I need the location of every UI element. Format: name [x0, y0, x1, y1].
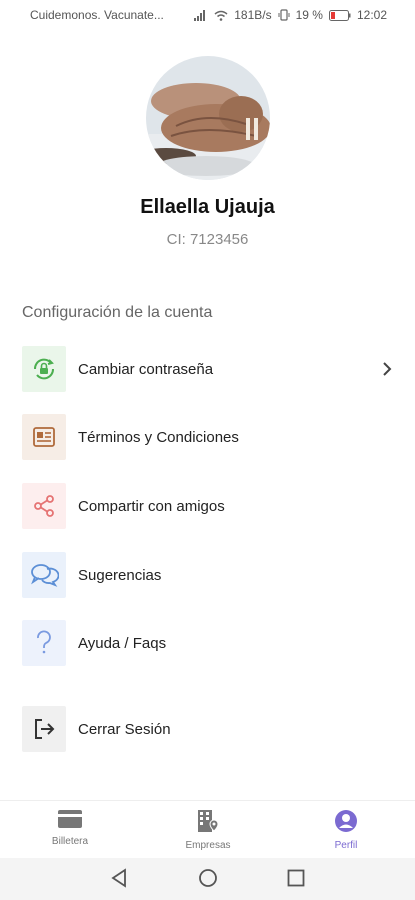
menu-item-terms[interactable]: Términos y Condiciones — [22, 414, 392, 460]
menu-label-change-password: Cambiar contraseña — [78, 360, 214, 378]
status-carrier-text: Cuidemonos. Vacunate... — [30, 8, 164, 22]
document-icon — [22, 414, 66, 460]
menu-label-share: Compartir con amigos — [78, 497, 225, 515]
profile-id: CI: 7123456 — [166, 231, 249, 248]
menu-label-terms: Términos y Condiciones — [78, 428, 239, 446]
menu-item-logout[interactable]: Cerrar Sesión — [22, 706, 392, 752]
nav-label-empresas: Empresas — [185, 840, 231, 851]
menu-item-help[interactable]: Ayuda / Faqs — [22, 620, 392, 666]
lock-refresh-icon — [22, 346, 66, 392]
nav-item-perfil[interactable]: Perfil — [301, 809, 391, 851]
menu-item-suggestions[interactable]: Sugerencias — [22, 552, 392, 598]
menu-label-suggestions: Sugerencias — [78, 566, 162, 584]
chat-bubbles-icon — [22, 552, 66, 598]
menu-item-share[interactable]: Compartir con amigos — [22, 483, 392, 529]
user-circle-icon — [335, 810, 357, 832]
status-right-group: 181B/s 19 % 12:02 — [194, 8, 387, 22]
menu-label-logout: Cerrar Sesión — [78, 720, 171, 738]
nav-label-billetera: Billetera — [51, 836, 89, 847]
chevron-right-icon — [382, 361, 392, 377]
logout-icon — [22, 706, 66, 752]
profile-avatar[interactable] — [146, 56, 270, 180]
wallet-card-icon — [58, 810, 82, 828]
menu-label-help: Ayuda / Faqs — [78, 634, 167, 652]
share-icon — [22, 483, 66, 529]
system-navigation-bar — [0, 858, 415, 900]
nav-item-empresas[interactable]: Empresas — [163, 809, 253, 851]
building-location-icon — [198, 810, 219, 832]
home-circle-icon[interactable] — [198, 868, 218, 893]
battery-percent: 19 % — [295, 8, 323, 22]
vibrate-icon — [278, 9, 290, 21]
avatar-walrus-photo — [146, 56, 270, 180]
bottom-navigation: Billetera Empresas Perfil — [0, 800, 415, 858]
battery-icon — [328, 9, 351, 21]
recents-square-icon[interactable] — [287, 868, 305, 893]
network-speed: 181B/s — [234, 8, 272, 22]
nav-label-perfil: Perfil — [334, 840, 358, 851]
status-bar: Cuidemonos. Vacunate... 181B/s 19 % 12:0… — [0, 0, 415, 30]
status-time: 12:02 — [356, 8, 387, 22]
section-title: Configuración de la cuenta — [22, 304, 213, 321]
menu-item-change-password[interactable]: Cambiar contraseña — [22, 346, 392, 392]
profile-name: Ellaella Ujauja — [140, 196, 275, 218]
question-icon — [22, 620, 66, 666]
wifi-icon — [214, 10, 228, 21]
back-triangle-icon[interactable] — [110, 868, 128, 893]
nav-item-billetera[interactable]: Billetera — [25, 809, 115, 847]
signal-icon — [194, 9, 208, 21]
